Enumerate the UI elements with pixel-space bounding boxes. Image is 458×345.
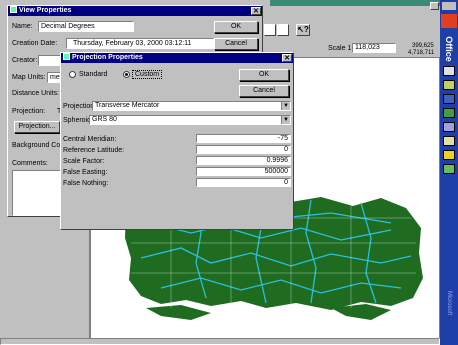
projection-properties-title: Projection Properties	[72, 54, 143, 61]
standard-radio[interactable]	[69, 71, 76, 78]
false-easting-input[interactable]: 500000	[196, 167, 291, 176]
projection-label: Projection:	[12, 108, 46, 115]
custom-radio[interactable]	[123, 71, 130, 78]
table-of-contents-pane	[0, 218, 90, 340]
dialog-app-icon	[63, 53, 70, 60]
view-properties-title: View Properties	[19, 7, 72, 14]
creation-date-input[interactable]: Thursday, February 03, 2000 03:12:11	[66, 38, 214, 49]
projection-properties-close-button[interactable]: ✕	[282, 54, 292, 62]
office-app-icon-2[interactable]	[443, 80, 455, 90]
param-label: Scale Factor:	[63, 158, 105, 165]
help-cursor-icon[interactable]: ↖?	[296, 24, 310, 36]
projection-cancel-button[interactable]: Cancel	[239, 85, 289, 97]
office-side-text: Microsoft	[446, 290, 452, 316]
spheroid-select[interactable]: GRS 80 ▼	[89, 115, 291, 125]
scale-input[interactable]: 118,023	[352, 43, 396, 53]
toolbar-row: ↖?	[262, 22, 440, 38]
office-app-icon-6[interactable]	[443, 136, 455, 146]
custom-radio-label: Custom	[132, 70, 163, 79]
param-label: False Nothing:	[63, 180, 109, 187]
dialog-app-icon	[10, 6, 17, 13]
false-northing-input[interactable]: 0	[196, 178, 291, 187]
map-units-label: Map Units:	[12, 74, 46, 81]
spheroid-dropdown-arrow-icon[interactable]: ▼	[281, 116, 290, 124]
projection-button[interactable]: Projection...	[14, 121, 60, 133]
central-meridian-input[interactable]: -75	[196, 134, 291, 143]
spheroid-value: GRS 80	[92, 116, 117, 123]
toolbar-button-select[interactable]	[264, 24, 276, 36]
scale-factor-input[interactable]: 0.9996	[196, 156, 291, 165]
projection-properties-dialog: Projection Properties ✕ Standard Custom …	[60, 52, 294, 230]
reference-latitude-input[interactable]: 0	[196, 145, 291, 154]
name-label: Name:	[12, 23, 33, 30]
creator-label: Creator:	[12, 57, 38, 64]
param-label: Central Meridian:	[63, 136, 117, 143]
projection-type-select[interactable]: Transverse Mercator ▼	[92, 101, 291, 111]
param-label: Reference Latitude:	[63, 147, 125, 154]
view-properties-cancel-button[interactable]: Cancel	[214, 38, 258, 50]
office-app-icon-3[interactable]	[443, 94, 455, 104]
main-titlebar-strip	[270, 0, 440, 6]
background-color-label: Background Colo	[12, 142, 66, 149]
distance-units-label: Distance Units:	[12, 90, 60, 97]
status-bar	[0, 338, 440, 345]
projection-properties-titlebar[interactable]: Projection Properties ✕	[61, 53, 293, 63]
name-input[interactable]: Decimal Degrees	[38, 21, 134, 32]
param-label: False Easting:	[63, 169, 108, 176]
comments-label: Comments:	[12, 160, 48, 167]
office-app-icon-4[interactable]	[443, 108, 455, 118]
office-app-icon-8[interactable]	[443, 164, 455, 174]
view-properties-titlebar[interactable]: View Properties ✕	[8, 6, 262, 16]
projection-type-value: Transverse Mercator	[95, 102, 160, 109]
toolbar-button-zoom[interactable]	[277, 24, 289, 36]
office-app-icon-1[interactable]	[443, 66, 455, 76]
office-label: Office	[444, 36, 454, 62]
map-land-fragment-2	[146, 305, 211, 320]
main-window-buttons[interactable]	[430, 2, 439, 10]
coord-y-readout: 4,718,711	[408, 50, 435, 56]
creation-date-label: Creation Date:	[12, 40, 58, 47]
projection-dropdown-arrow-icon[interactable]: ▼	[281, 102, 290, 110]
office-logo-icon[interactable]	[441, 14, 457, 28]
office-app-icon-5[interactable]	[443, 122, 455, 132]
coord-x-readout: 399,625	[412, 43, 434, 49]
office-bar-top[interactable]	[442, 2, 456, 10]
office-shortcut-bar: Office Microsoft	[440, 0, 458, 345]
view-properties-close-button[interactable]: ✕	[251, 7, 261, 15]
view-properties-ok-button[interactable]: OK	[214, 21, 258, 33]
projection-ok-button[interactable]: OK	[239, 69, 289, 81]
standard-radio-label: Standard	[79, 71, 108, 78]
office-app-icon-7[interactable]	[443, 150, 455, 160]
scale-label: Scale 1:	[328, 45, 354, 52]
